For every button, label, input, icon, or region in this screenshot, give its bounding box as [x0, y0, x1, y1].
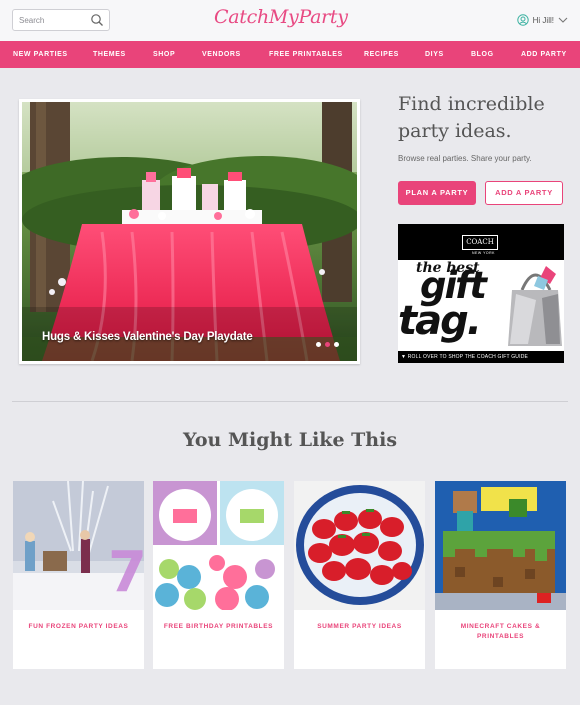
hero-caption[interactable]: Hugs & Kisses Valentine's Day Playdate: [42, 331, 253, 343]
add-a-party-button[interactable]: ADD A PARTY: [485, 181, 563, 205]
card-frozen-party-ideas[interactable]: 7 FUN FROZEN PARTY IDEAS: [13, 481, 144, 669]
carousel-dot-active[interactable]: [325, 342, 330, 347]
top-bar: CatchMyParty Hi Jill!: [0, 0, 580, 41]
user-avatar-icon: [516, 14, 529, 26]
hero-image[interactable]: Hugs & Kisses Valentine's Day Playdate: [22, 102, 357, 361]
nav-item-vendors[interactable]: VENDORS: [202, 41, 241, 68]
carousel-dot[interactable]: [316, 342, 321, 347]
recommendations-title: You Might Like This: [182, 429, 398, 451]
nav-item-new-parties[interactable]: NEW PARTIES: [13, 41, 68, 68]
nav-item-add-party[interactable]: ADD PARTY: [521, 41, 567, 68]
coach-logo: COACH: [462, 235, 498, 250]
frozen-party-image: 7: [13, 481, 144, 610]
search-icon[interactable]: [90, 13, 104, 27]
card-thumbnail[interactable]: 7: [13, 481, 144, 610]
card-label[interactable]: FREE BIRTHDAY PRINTABLES: [159, 622, 278, 632]
nav-item-blog[interactable]: BLOG: [471, 41, 494, 68]
card-free-birthday-printables[interactable]: FREE BIRTHDAY PRINTABLES: [153, 481, 284, 669]
nav-item-recipes[interactable]: RECIPES: [364, 41, 399, 68]
card-thumbnail[interactable]: [153, 481, 284, 610]
user-menu[interactable]: Hi Jill!: [516, 13, 568, 27]
nav-item-diys[interactable]: DIYS: [425, 41, 444, 68]
nav-item-shop[interactable]: SHOP: [153, 41, 175, 68]
card-label[interactable]: SUMMER PARTY IDEAS: [300, 622, 419, 632]
chevron-down-icon: [558, 17, 568, 23]
svg-text:7: 7: [108, 540, 144, 605]
strawberries-image: [294, 481, 425, 610]
card-thumbnail[interactable]: [435, 481, 566, 610]
coach-logo-sub: NEW YORK: [472, 251, 495, 255]
ad-line-3: tag.: [398, 298, 482, 344]
hero-carousel[interactable]: Hugs & Kisses Valentine's Day Playdate: [19, 99, 360, 364]
carousel-dots: [316, 342, 339, 347]
carousel-dot[interactable]: [334, 342, 339, 347]
page-headline: Find incredible party ideas.: [398, 93, 545, 142]
nav-item-themes[interactable]: THEMES: [93, 41, 126, 68]
search-input[interactable]: [19, 13, 89, 27]
plan-a-party-button[interactable]: PLAN A PARTY: [398, 181, 476, 205]
card-thumbnail[interactable]: [294, 481, 425, 610]
section-divider: [12, 401, 568, 402]
search-box[interactable]: [12, 9, 110, 31]
hero-photo: [22, 102, 357, 361]
site-logo[interactable]: CatchMyParty: [214, 6, 348, 28]
coach-ad-banner[interactable]: COACH NEW YORK the best gift tag. ▼ ROLL…: [398, 224, 564, 363]
user-greeting: Hi Jill!: [532, 15, 554, 25]
card-summer-party-ideas[interactable]: SUMMER PARTY IDEAS: [294, 481, 425, 669]
card-label[interactable]: FUN FROZEN PARTY IDEAS: [19, 622, 138, 632]
card-minecraft-cakes-printables[interactable]: MINECRAFT CAKES & PRINTABLES: [435, 481, 566, 669]
handbag-image: [508, 266, 562, 346]
main-nav: NEW PARTIES THEMES SHOP VENDORS FREE PRI…: [0, 41, 580, 68]
printables-image: [153, 481, 284, 610]
nav-item-free-printables[interactable]: FREE PRINTABLES: [269, 41, 343, 68]
page-subtext: Browse real parties. Share your party.: [398, 154, 532, 163]
minecraft-cake-image: [435, 481, 566, 610]
ad-cta[interactable]: ▼ ROLL OVER TO SHOP THE COACH GIFT GUIDE: [398, 351, 564, 363]
card-label[interactable]: MINECRAFT CAKES & PRINTABLES: [441, 622, 560, 642]
